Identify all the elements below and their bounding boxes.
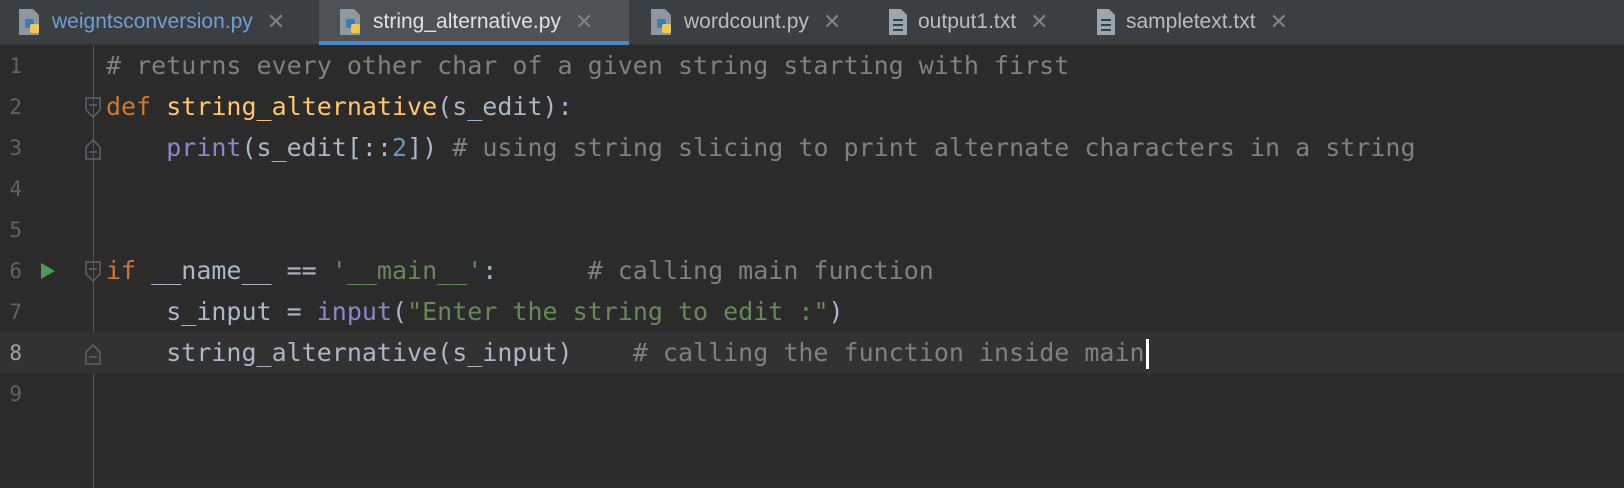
code-token: ]) [407, 133, 453, 162]
tab-label: sampletext.txt [1126, 10, 1256, 33]
close-icon[interactable]: ✕ [1030, 9, 1048, 35]
builtin: print [166, 133, 242, 162]
fold-marker-icon[interactable] [84, 97, 102, 123]
code-line[interactable]: 9 [0, 373, 1624, 415]
text-file-icon [886, 7, 910, 37]
tab-label: string_alternative.py [373, 10, 561, 33]
line-number: 6 [9, 259, 22, 283]
line-number: 4 [9, 177, 22, 201]
code-text[interactable]: string_alternative(s_input) # calling th… [106, 332, 1149, 374]
tab-string-alternative[interactable]: string_alternative.py ✕ [319, 0, 629, 45]
code-token: s_input = [166, 297, 317, 326]
line-number: 3 [9, 136, 22, 160]
close-icon[interactable]: ✕ [823, 9, 841, 35]
number: 2 [392, 133, 408, 162]
code-line[interactable]: 5 [0, 209, 1624, 251]
code-token: ) [828, 297, 844, 326]
line-number: 2 [9, 95, 22, 119]
code-text[interactable]: def string_alternative(s_edit): [106, 86, 573, 128]
comment: # calling the function inside main [632, 338, 1145, 367]
keyword: def [106, 92, 152, 121]
line-number: 9 [9, 382, 22, 406]
tab-label: weigntsconversion.py [52, 10, 253, 33]
code-token: (s_edit[:: [241, 133, 392, 162]
tab-label: wordcount.py [684, 10, 809, 33]
code-token: string_alternative(s_input) [166, 338, 633, 367]
tab-wordcount[interactable]: wordcount.py ✕ [648, 0, 868, 44]
code-text[interactable]: # returns every other char of a given st… [106, 45, 1069, 87]
comment: # returns every other char of a given st… [106, 51, 1070, 80]
close-icon[interactable]: ✕ [1270, 9, 1288, 35]
python-file-icon [337, 7, 365, 37]
code-line[interactable]: 7 s_input = input("Enter the string to e… [0, 291, 1624, 333]
code-text[interactable]: s_input = input("Enter the string to edi… [106, 291, 844, 333]
fold-marker-icon[interactable] [84, 261, 102, 287]
line-number: 5 [9, 218, 22, 242]
code-token: : [482, 256, 588, 285]
close-icon[interactable]: ✕ [575, 9, 593, 35]
tab-sampletext[interactable]: sampletext.txt ✕ [1094, 0, 1334, 44]
text-caret [1145, 339, 1149, 369]
code-line[interactable]: 4 [0, 168, 1624, 210]
code-text[interactable]: if __name__ == '__main__': # calling mai… [106, 250, 934, 292]
line-number: 1 [9, 54, 22, 78]
code-line[interactable]: 1 # returns every other char of a given … [0, 45, 1624, 87]
builtin: input [316, 297, 392, 326]
fold-marker-icon[interactable] [84, 138, 102, 164]
python-file-icon [648, 7, 676, 37]
tab-weigntsconversion[interactable]: weigntsconversion.py ✕ [16, 0, 316, 44]
tab-label: output1.txt [918, 10, 1017, 33]
code-line[interactable]: 3 print(s_edit[::2]) # using string slic… [0, 127, 1624, 169]
comment: # calling main function [587, 256, 934, 285]
python-file-icon [16, 7, 44, 37]
line-number: 7 [9, 300, 22, 324]
comment: # using string slicing to print alternat… [452, 133, 1416, 162]
run-arrow-icon[interactable] [40, 262, 56, 284]
code-editor[interactable]: 1 # returns every other char of a given … [0, 45, 1624, 488]
code-line[interactable]: 6 if __name__ == '__main__': # calling m… [0, 250, 1624, 292]
code-line[interactable]: 2 def string_alternative(s_edit): [0, 86, 1624, 128]
function-name: string_alternative [166, 92, 438, 121]
fold-marker-icon[interactable] [84, 343, 102, 369]
code-token: ( [392, 297, 408, 326]
editor-tab-bar: weigntsconversion.py ✕ string_alternativ… [0, 0, 1624, 45]
keyword: if [106, 256, 137, 285]
line-number: 8 [9, 341, 22, 365]
string: '__main__' [331, 256, 483, 285]
text-file-icon [1094, 7, 1118, 37]
close-icon[interactable]: ✕ [267, 9, 285, 35]
code-line-current[interactable]: 8 string_alternative(s_input) # calling … [0, 332, 1624, 374]
tab-output1[interactable]: output1.txt ✕ [886, 0, 1086, 44]
code-token: __name__ == [136, 256, 332, 285]
code-text[interactable]: print(s_edit[::2]) # using string slicin… [106, 127, 1416, 169]
code-token: (s_edit): [437, 92, 573, 121]
string: "Enter the string to edit :" [407, 297, 829, 326]
